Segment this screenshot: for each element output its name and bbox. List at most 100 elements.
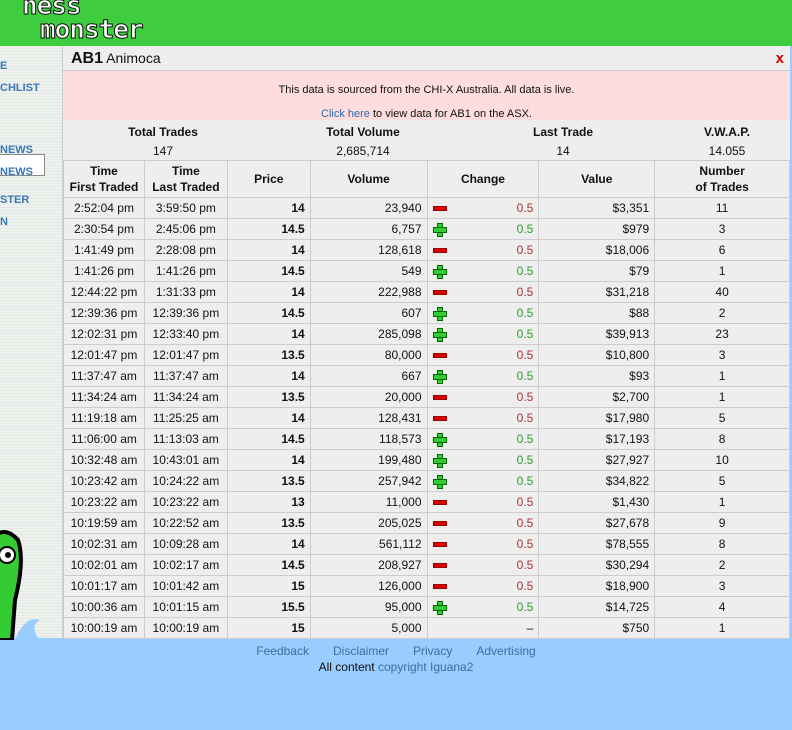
price-value: 14.5 <box>281 222 305 236</box>
number-of-trades-value: 1 <box>718 369 726 383</box>
minus-icon <box>432 248 447 253</box>
change-value: 0.5 <box>516 243 534 257</box>
table-row: 12:01:47 pm 12:01:47 pm 13.5 80,000 0.5 $10,8… <box>63 344 790 366</box>
time-last-traded-value: 10:22:52 am <box>152 516 220 530</box>
price: 14 <box>226 449 311 471</box>
time-first-traded-value: 12:44:22 pm <box>70 285 138 299</box>
number-of-trades: 9 <box>654 512 790 534</box>
asx-link[interactable]: Click here <box>321 108 370 120</box>
logo[interactable]: ness monster <box>0 0 145 44</box>
table-row: 11:37:47 am 11:37:47 am 14 667 0.5 $93 1 <box>63 365 790 387</box>
time-last-traded-value: 12:39:36 pm <box>152 306 220 320</box>
change: 0.5 <box>426 218 540 240</box>
value: $17,193 <box>538 428 656 450</box>
time-last-traded-value: 10:02:17 am <box>152 558 220 572</box>
number-of-trades-value: 23 <box>715 327 729 341</box>
footer-link-feedback[interactable]: Feedback <box>256 644 309 658</box>
number-of-trades-value: 6 <box>718 243 726 257</box>
time-first-traded: 10:02:31 am <box>63 533 145 555</box>
close-icon[interactable]: x <box>776 50 784 67</box>
time-last-traded-value: 1:31:33 pm <box>155 285 216 299</box>
price: 14.5 <box>226 260 311 282</box>
time-first-traded: 11:19:18 am <box>63 407 145 429</box>
value: $39,913 <box>538 323 656 345</box>
time-first-traded-value: 11:06:00 am <box>71 432 137 446</box>
number-of-trades: 11 <box>654 197 790 219</box>
value: $88 <box>538 302 656 324</box>
time-last-traded-value: 10:00:19 am <box>152 621 220 635</box>
price-value: 14 <box>291 243 305 257</box>
time-first-traded-value: 10:00:19 am <box>70 621 138 635</box>
time-last-traded: 10:23:22 am <box>143 491 228 513</box>
time-last-traded-value: 2:28:08 pm <box>155 243 216 257</box>
price: 14 <box>226 239 311 261</box>
change: 0.5 <box>426 533 540 555</box>
volume-value: 208,927 <box>378 558 422 572</box>
table-row: 12:39:36 pm 12:39:36 pm 14.5 607 0.5 $88 2 <box>63 302 790 324</box>
time-last-traded-value: 10:01:15 am <box>152 600 220 614</box>
minus-icon <box>432 290 447 295</box>
time-first-traded-value: 11:37:47 am <box>71 369 137 383</box>
time-first-traded: 12:02:31 pm <box>63 323 145 345</box>
value: $93 <box>538 365 656 387</box>
footer-link-advertising[interactable]: Advertising <box>476 644 535 658</box>
time-last-traded: 10:22:52 am <box>143 512 228 534</box>
copyright-link[interactable]: copyright Iguana2 <box>378 660 473 674</box>
footer-link-disclaimer[interactable]: Disclaimer <box>333 644 389 658</box>
time-first-traded-value: 11:19:18 am <box>71 411 137 425</box>
sidebar-item-news-2[interactable]: NEWS <box>0 166 33 178</box>
number-of-trades-value: 3 <box>718 348 726 362</box>
value: $78,555 <box>538 533 656 555</box>
volume-value: 667 <box>401 369 422 383</box>
price-value: 13 <box>291 495 305 509</box>
change: 0.5 <box>426 302 540 324</box>
change-value: 0.5 <box>516 201 534 215</box>
summary-value: 2,685,714 <box>336 144 390 158</box>
value-value: $14,725 <box>605 600 650 614</box>
footer-link-privacy[interactable]: Privacy <box>413 644 452 658</box>
time-last-traded: 10:01:15 am <box>143 596 228 618</box>
sidebar-item-watchlist[interactable]: CHLIST <box>0 82 40 94</box>
time-first-traded: 10:32:48 am <box>63 449 145 471</box>
table-row: 10:23:22 am 10:23:22 am 13 11,000 0.5 $1,430 1 <box>63 491 790 513</box>
change-value: 0.5 <box>516 411 534 425</box>
change-value: – <box>526 621 534 635</box>
panel-title: AB1 Animoca <box>63 46 790 71</box>
value-value: $17,193 <box>605 432 650 446</box>
notice-text: This data is sourced from the CHI-X Aust… <box>278 84 575 96</box>
value-value: $2,700 <box>612 390 650 404</box>
price: 13.5 <box>226 386 311 408</box>
sidebar-item-monster[interactable]: STER <box>0 194 29 206</box>
volume-value: 257,942 <box>378 474 422 488</box>
time-last-traded-value: 11:13:03 am <box>152 432 219 446</box>
stock-name: Animoca <box>106 50 161 66</box>
volume: 80,000 <box>309 344 428 366</box>
price: 13 <box>226 491 311 513</box>
number-of-trades-value: 11 <box>715 201 729 215</box>
price: 14 <box>226 197 311 219</box>
footer-text: All content <box>318 660 378 674</box>
value: $31,218 <box>538 281 656 303</box>
number-of-trades-value: 40 <box>715 285 729 299</box>
sidebar-item-login[interactable]: N <box>0 216 8 228</box>
number-of-trades: 23 <box>654 323 790 345</box>
plus-icon <box>432 306 447 321</box>
time-first-traded-value: 1:41:26 pm <box>73 264 134 278</box>
summary-label: Last Trade <box>532 125 594 139</box>
notice-link-text: to view data for AB1 on the ASX. <box>369 108 532 120</box>
number-of-trades: 8 <box>654 533 790 555</box>
price-value: 14 <box>291 369 305 383</box>
change-value: 0.5 <box>516 452 534 467</box>
change: 0.5 <box>426 596 540 618</box>
time-first-traded-value: 12:01:47 pm <box>70 348 138 362</box>
sidebar-item[interactable]: E <box>0 60 7 72</box>
volume-value: 561,112 <box>379 537 422 551</box>
footer: Feedback Disclaimer Privacy Advertising All… <box>0 643 792 675</box>
value-value: $18,900 <box>605 579 650 593</box>
price: 15.5 <box>226 596 311 618</box>
volume-value: 199,480 <box>378 453 422 467</box>
time-first-traded-value: 10:19:59 am <box>70 516 138 530</box>
summary: Total Trades 147 Total Volume 2,685,714 La… <box>63 120 790 160</box>
table-row: 10:01:17 am 10:01:42 am 15 126,000 0.5 $18,90… <box>63 575 790 597</box>
sidebar-item-news[interactable]: NEWS <box>0 144 33 156</box>
